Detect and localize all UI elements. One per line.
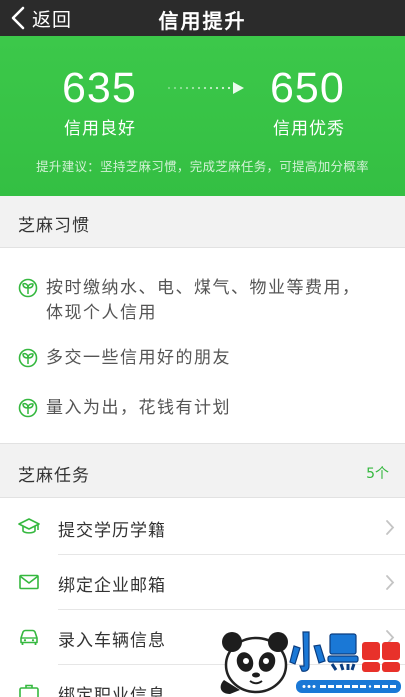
score-hero: 635 信用良好 650 信用优秀 提升建议：坚持芝麻习惯，完成芝麻任务，可提高… [0,36,405,196]
sprout-icon [18,398,38,418]
task-label: 提交学历学籍 [58,521,166,541]
chevron-right-icon [386,575,395,590]
briefcase-icon [19,684,39,697]
habits-list: 按时缴纳水、电、煤气、物业等费用，体现个人信用 多交一些信用好的朋友 量入为出，… [0,248,405,444]
chevron-left-icon [11,6,25,30]
task-item-email[interactable]: 绑定企业邮箱 [0,555,405,610]
progress-arrow-icon [167,82,244,94]
habit-text: 多交一些信用好的朋友 [46,348,231,368]
xiaohei-watermark-logo [220,631,401,694]
sprout-icon [18,278,38,298]
habit-text: 按时缴纳水、电、煤气、物业等费用，体现个人信用 [46,278,361,323]
habit-item: 多交一些信用好的朋友 [18,346,378,371]
habits-section-title: 芝麻习惯 [18,216,90,236]
task-label: 绑定企业邮箱 [58,576,166,596]
target-score-label: 信用优秀 [273,119,345,139]
task-label: 绑定职业信息 [58,686,166,697]
habits-section-header: 芝麻习惯 [0,196,405,248]
back-button[interactable]: 返回 [10,5,72,31]
task-item-education[interactable]: 提交学历学籍 [0,500,405,555]
improvement-advice: 提升建议：坚持芝麻习惯，完成芝麻任务，可提高加分概率 [36,159,369,174]
sprout-icon [18,348,38,368]
current-score: 635 [62,64,137,112]
target-score: 650 [270,64,345,112]
habit-text: 量入为出，花钱有计划 [46,398,231,418]
chevron-right-icon [386,520,395,535]
task-label: 录入车辆信息 [58,631,166,651]
habit-item: 按时缴纳水、电、煤气、物业等费用，体现个人信用 [18,276,378,326]
navigation-bar: 返回 信用提升 [0,0,405,36]
tasks-count-badge: 5个 [366,466,389,482]
current-score-label: 信用良好 [64,119,136,139]
tasks-section-title: 芝麻任务 [18,466,90,486]
habit-item: 量入为出，花钱有计划 [18,396,378,421]
back-label: 返回 [32,8,73,31]
panda-mascot-icon [220,632,288,694]
tasks-section-header: 芝麻任务 5个 [0,446,405,498]
car-icon [20,629,38,645]
envelope-icon [19,574,39,590]
graduation-cap-icon [18,518,40,534]
